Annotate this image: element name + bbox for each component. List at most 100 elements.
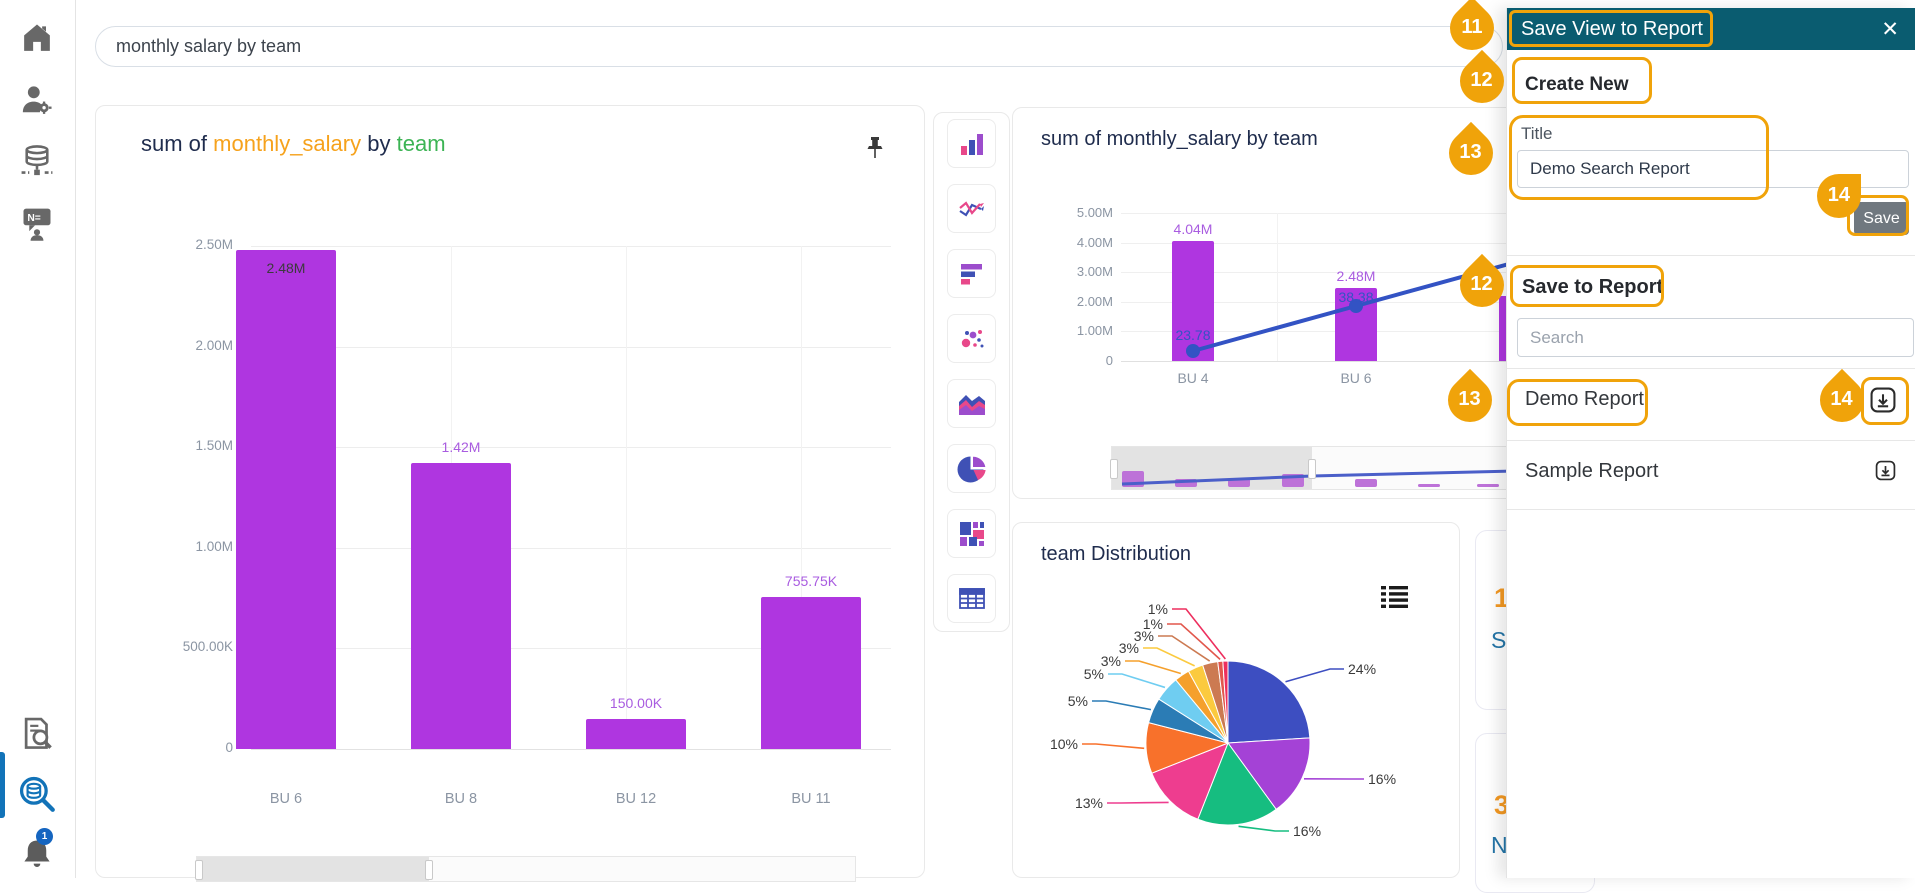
combo-bar-value-label: 2.48M: [1336, 268, 1376, 284]
bar-chart-title: sum of monthly_salary by team: [141, 131, 446, 157]
pie-slice-label: 16%: [1368, 771, 1396, 787]
bar-chart-panel: sum of monthly_salary by team 2.50M 2.00M…: [95, 105, 925, 882]
chart-type-rail: [933, 112, 1010, 632]
pin-icon[interactable]: [864, 136, 886, 165]
x-axis-label: BU 6: [1340, 370, 1372, 386]
line-chart-icon[interactable]: [947, 184, 996, 233]
y-axis-tick: 500.00K: [182, 639, 233, 655]
y-axis-tick: 2.00M: [1076, 293, 1113, 309]
save-to-report-heading: Save to Report: [1522, 276, 1664, 298]
bar-BU 11[interactable]: [761, 597, 861, 749]
x-axis-label: BU 6: [269, 791, 303, 807]
report-search-input[interactable]: [1517, 318, 1914, 357]
bar-BU 8[interactable]: [411, 463, 511, 749]
save-view-panel-title: Save View to Report: [1521, 17, 1703, 40]
y-axis-tick: 1.50M: [195, 438, 233, 454]
line-point-label: 38.38: [1338, 289, 1374, 305]
chart-scroll-navigator[interactable]: [195, 856, 856, 882]
divider: [1507, 255, 1915, 256]
active-nav-indicator: [0, 752, 5, 818]
kpi-label: S: [1491, 627, 1507, 653]
table-icon[interactable]: [947, 574, 996, 623]
x-axis-label: BU 11: [791, 791, 831, 807]
save-to-report-icon[interactable]: [1873, 458, 1898, 486]
user-settings-icon[interactable]: [15, 78, 59, 122]
gridline: [626, 246, 627, 749]
gridline: [251, 749, 891, 750]
x-axis-label: BU 4: [1177, 370, 1209, 386]
report-row-demo[interactable]: Demo Report: [1525, 388, 1644, 411]
notification-count-badge: 1: [36, 828, 53, 845]
x-axis-label: BU 12: [615, 791, 657, 807]
bar-BU 12[interactable]: [586, 719, 686, 749]
y-axis-tick: 1.00M: [1076, 323, 1113, 339]
pie-slice-label: 10%: [1050, 736, 1078, 752]
pie-chart-title: team Distribution: [1041, 543, 1192, 565]
y-axis-tick: 1.00M: [195, 538, 233, 554]
pie-slice-label: 24%: [1348, 661, 1376, 677]
gridline: [251, 547, 891, 549]
gridline: [251, 447, 891, 449]
data-sources-icon[interactable]: [15, 140, 59, 184]
title-part: sum of: [141, 131, 208, 156]
bar-BU 6[interactable]: [236, 250, 336, 749]
pie-slice-label: 13%: [1075, 795, 1103, 811]
bar-value-label: 1.42M: [441, 439, 481, 455]
pie-chart-panel: team Distribution 24% 16% 16% 13% 10% 5% 5% 3% 3…: [1012, 522, 1460, 878]
bar-value-label: 755.75K: [784, 573, 838, 589]
treemap-icon[interactable]: [947, 509, 996, 558]
report-row-sample[interactable]: Sample Report: [1525, 460, 1658, 483]
nlp-training-icon[interactable]: N=: [15, 202, 59, 246]
y-axis-tick: 0: [1105, 353, 1113, 368]
navigator-selection[interactable]: [197, 857, 429, 881]
gridline: [251, 246, 891, 247]
pie-slice-label: 5%: [1068, 693, 1088, 709]
combo-chart-title: sum of monthly_salary by team: [1041, 128, 1318, 150]
save-button[interactable]: Save: [1854, 202, 1909, 235]
create-new-heading: Create New: [1525, 74, 1629, 95]
combo-navigator[interactable]: [1110, 446, 1516, 490]
save-to-report-icon[interactable]: [1867, 384, 1899, 419]
area-chart-icon[interactable]: [947, 379, 996, 428]
combo-bar-value-label: 4.04M: [1173, 221, 1213, 237]
search-input[interactable]: monthly salary by team: [95, 26, 1503, 67]
search-query-text: monthly salary by team: [116, 36, 302, 56]
pie-chart-icon[interactable]: [947, 444, 996, 493]
divider: [1507, 440, 1915, 441]
query-log-icon[interactable]: [15, 712, 59, 756]
y-axis-tick: 4.00M: [1076, 234, 1113, 250]
combo-nav-handle-right[interactable]: [1308, 459, 1316, 479]
title-part-measure: monthly_salary: [213, 131, 362, 156]
pie-chart[interactable]: 24%16%16%13%10%5%5%3%3%3%1%1%: [1013, 578, 1461, 878]
line-point-label: 23.78: [1175, 327, 1211, 343]
y-axis-tick: 3.00M: [1076, 264, 1113, 280]
combo-chart-panel: sum of monthly_salary by team 5.00M 4.00M…: [1012, 107, 1525, 499]
pie-slice-24%: [1227, 660, 1311, 744]
close-icon[interactable]: ✕: [1881, 17, 1899, 42]
title-part-dimension: team: [396, 131, 446, 156]
y-axis-tick: 0: [225, 740, 233, 755]
save-view-panel-header: Save View to Report: [1507, 8, 1915, 50]
column-chart-icon[interactable]: [947, 119, 996, 168]
sidebar: N= 1: [0, 0, 76, 878]
home-icon[interactable]: [15, 16, 59, 60]
bar-value-label: 150.00K: [609, 695, 663, 711]
save-view-panel: Save View to Report ✕ Create New Title S…: [1506, 8, 1915, 878]
pie-slice-label: 1%: [1148, 601, 1168, 617]
pie-slice-label: 16%: [1293, 823, 1321, 839]
scatter-plot-icon[interactable]: [947, 314, 996, 363]
navigator-handle-left[interactable]: [195, 860, 203, 880]
x-axis-label: BU 8: [444, 791, 478, 807]
divider: [1507, 509, 1915, 510]
horizontal-bar-chart-icon[interactable]: [947, 249, 996, 298]
pie-slice-label: 1%: [1143, 616, 1163, 632]
y-axis-tick: 2.50M: [195, 237, 233, 252]
search-data-icon[interactable]: [15, 772, 59, 816]
svg-text:N=: N=: [27, 213, 40, 224]
bar-value-label: 2.48M: [266, 260, 306, 276]
y-axis-tick: 2.00M: [195, 337, 233, 353]
navigator-handle-right[interactable]: [425, 860, 433, 880]
combo-nav-handle-left[interactable]: [1110, 459, 1118, 479]
title-field-label: Title: [1521, 124, 1553, 143]
title-part: by: [367, 131, 391, 156]
